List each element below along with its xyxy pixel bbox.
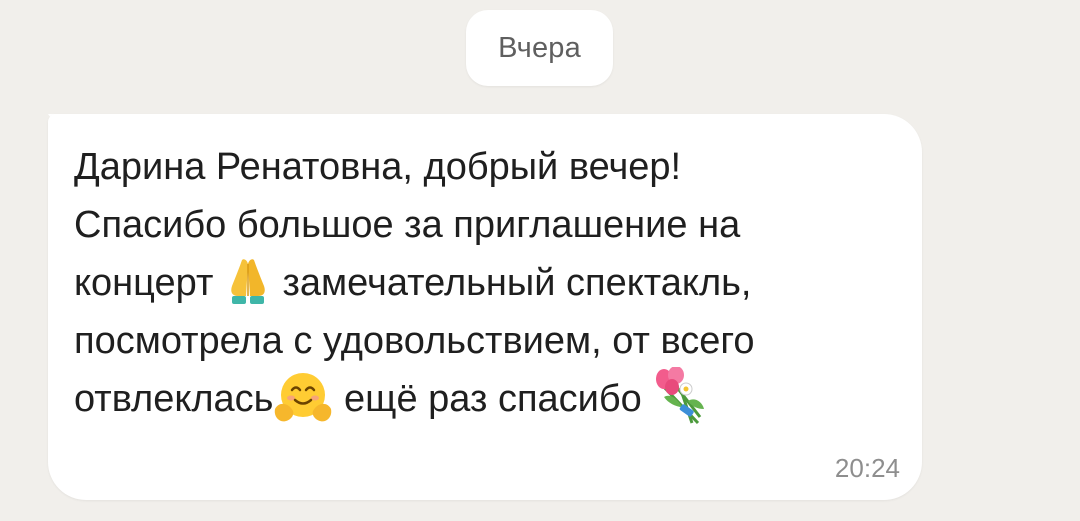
date-label: Вчера [498,31,581,64]
message-line-5-start: отвлеклась [74,378,274,420]
message-text: Дарина Ренатовна, добрый вечер! Спасибо … [74,138,894,428]
hugging-face-icon [275,372,332,422]
message-line-5: отвлеклась ещё раз спасибо [74,366,894,428]
message-line-3: концерт замечательный спектакль, [74,254,894,312]
message-time: 20:24 [834,453,900,483]
bouquet-icon [656,366,705,425]
message-line-1: Дарина Ренатовна, добрый вечер! [74,146,682,188]
date-separator: Вчера [466,10,613,86]
message-line-4: посмотрела с удовольствием, от всего [74,320,755,362]
message-line-2: Спасибо большое за приглашение на [74,204,741,246]
message-bubble[interactable]: Дарина Ренатовна, добрый вечер! Спасибо … [48,114,922,500]
message-line-3-start: концерт [74,262,224,304]
folded-hands-icon [231,259,265,304]
message-line-5-middle: ещё раз спасибо [333,378,653,420]
message-line-3-end: замечательный спектакль, [271,262,752,304]
